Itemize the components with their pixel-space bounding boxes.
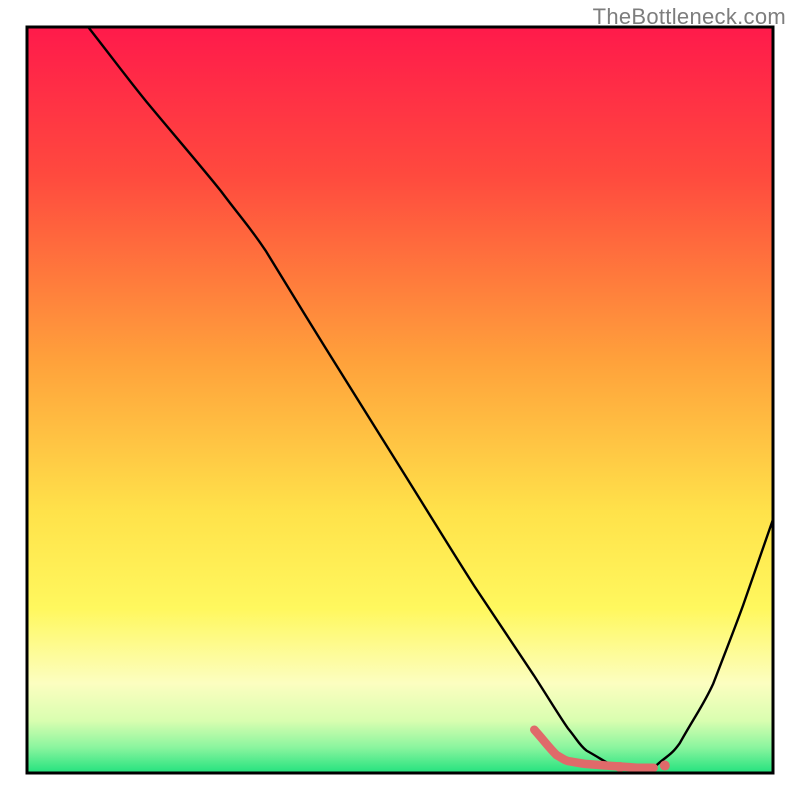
marker-dot-2 — [660, 761, 670, 771]
marker-dot-1 — [615, 762, 625, 772]
watermark-text: TheBottleneck.com — [593, 4, 786, 30]
bottleneck-chart — [0, 0, 800, 800]
gradient-background — [27, 27, 773, 773]
chart-container: { "watermark": "TheBottleneck.com", "cha… — [0, 0, 800, 800]
